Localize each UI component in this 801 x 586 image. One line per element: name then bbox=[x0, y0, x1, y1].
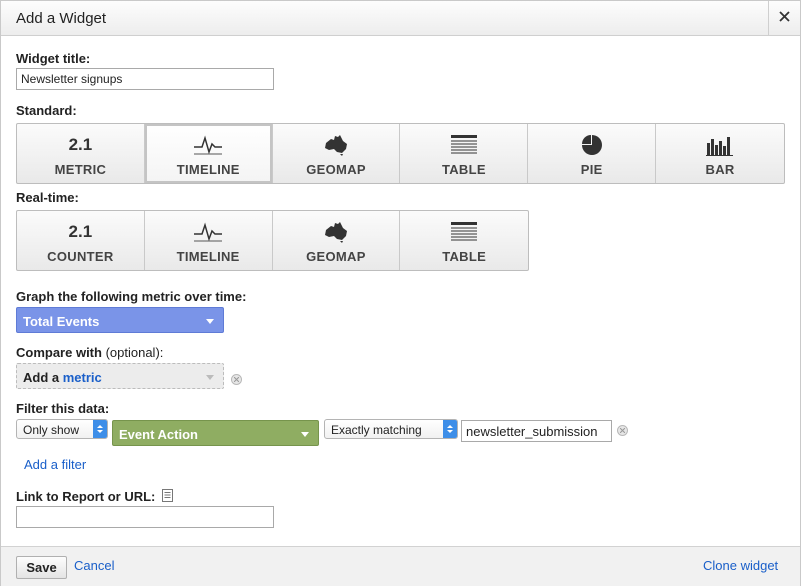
standard-label: Standard: bbox=[16, 103, 77, 118]
close-button[interactable] bbox=[768, 1, 800, 35]
standard-visualization-buttons: 2.1 METRIC TIMELINE GEOMAP TABLE PIE BAR bbox=[16, 123, 785, 184]
standard-bar-caption: BAR bbox=[705, 162, 735, 177]
select-arrows-icon bbox=[443, 420, 457, 438]
realtime-timeline-caption: TIMELINE bbox=[176, 249, 240, 264]
chevron-down-icon bbox=[206, 319, 214, 324]
widget-title-label: Widget title: bbox=[16, 51, 91, 66]
cancel-link[interactable]: Cancel bbox=[74, 558, 114, 573]
standard-timeline-button[interactable]: TIMELINE bbox=[144, 124, 273, 183]
filter-match-value: Exactly matching bbox=[331, 423, 422, 437]
realtime-geomap-button[interactable]: GEOMAP bbox=[273, 211, 401, 270]
clear-filter-icon[interactable] bbox=[617, 425, 628, 436]
select-arrows-icon bbox=[93, 420, 107, 438]
save-button[interactable]: Save bbox=[16, 556, 67, 579]
timeline-icon bbox=[145, 220, 272, 244]
realtime-visualization-buttons: 2.1 COUNTER TIMELINE GEOMAP TABLE bbox=[16, 210, 529, 271]
compare-metric-link[interactable]: metric bbox=[63, 370, 102, 385]
widget-title-input[interactable] bbox=[16, 68, 274, 90]
standard-pie-caption: PIE bbox=[580, 162, 603, 177]
table-icon bbox=[400, 133, 527, 157]
timeline-icon bbox=[145, 133, 272, 157]
close-icon bbox=[779, 9, 790, 27]
link-report-label: Link to Report or URL: bbox=[16, 489, 156, 504]
standard-geomap-button[interactable]: GEOMAP bbox=[273, 124, 401, 183]
compare-add-text: Add a bbox=[23, 370, 63, 385]
filter-label: Filter this data: bbox=[16, 401, 110, 416]
dialog-title: Add a Widget bbox=[16, 10, 107, 27]
filter-dimension-value: Event Action bbox=[119, 427, 198, 442]
geomap-australia-icon bbox=[273, 133, 400, 157]
clear-compare-icon[interactable] bbox=[231, 374, 242, 385]
add-widget-dialog: Add a Widget Widget title: Standard: 2.1… bbox=[0, 0, 801, 586]
dialog-footer: Save Cancel Clone widget bbox=[1, 546, 800, 586]
standard-bar-button[interactable]: BAR bbox=[656, 124, 784, 183]
clone-widget-link[interactable]: Clone widget bbox=[703, 558, 778, 573]
filter-dimension-dropdown[interactable]: Event Action bbox=[112, 420, 319, 446]
graph-metric-value: Total Events bbox=[23, 314, 100, 329]
bar-chart-icon bbox=[656, 133, 784, 157]
graph-metric-dropdown[interactable]: Total Events bbox=[16, 307, 224, 333]
counter-number-icon: 2.1 bbox=[68, 222, 93, 241]
filter-match-select[interactable]: Exactly matching bbox=[324, 419, 458, 439]
standard-geomap-caption: GEOMAP bbox=[306, 162, 366, 177]
table-icon bbox=[400, 220, 528, 244]
realtime-timeline-button[interactable]: TIMELINE bbox=[145, 211, 273, 270]
realtime-table-caption: TABLE bbox=[442, 249, 487, 264]
graph-metric-label: Graph the following metric over time: bbox=[16, 289, 247, 304]
compare-label: Compare with (optional): bbox=[16, 345, 164, 360]
realtime-label: Real-time: bbox=[16, 190, 79, 205]
filter-mode-select[interactable]: Only show bbox=[16, 419, 108, 439]
standard-table-caption: TABLE bbox=[441, 162, 486, 177]
dialog-title-bar: Add a Widget bbox=[1, 1, 800, 36]
standard-pie-button[interactable]: PIE bbox=[528, 124, 657, 183]
compare-metric-dropdown[interactable]: Add a metric bbox=[16, 363, 224, 389]
chevron-down-icon bbox=[206, 375, 214, 380]
realtime-geomap-caption: GEOMAP bbox=[306, 249, 366, 264]
standard-table-button[interactable]: TABLE bbox=[400, 124, 529, 183]
link-url-input[interactable] bbox=[16, 506, 274, 528]
realtime-counter-caption: COUNTER bbox=[47, 249, 114, 264]
realtime-table-button[interactable]: TABLE bbox=[400, 211, 528, 270]
filter-mode-value: Only show bbox=[23, 423, 80, 437]
standard-metric-button[interactable]: 2.1 METRIC bbox=[17, 124, 145, 183]
geomap-australia-icon bbox=[273, 220, 400, 244]
realtime-counter-button[interactable]: 2.1 COUNTER bbox=[17, 211, 145, 270]
document-icon[interactable] bbox=[162, 489, 173, 507]
standard-metric-caption: METRIC bbox=[54, 162, 107, 177]
metric-number-icon: 2.1 bbox=[68, 135, 93, 154]
add-filter-link[interactable]: Add a filter bbox=[24, 457, 86, 472]
pie-chart-icon bbox=[528, 133, 655, 157]
chevron-down-icon bbox=[301, 432, 309, 437]
standard-timeline-caption: TIMELINE bbox=[176, 162, 240, 177]
filter-value-input[interactable] bbox=[461, 420, 612, 442]
